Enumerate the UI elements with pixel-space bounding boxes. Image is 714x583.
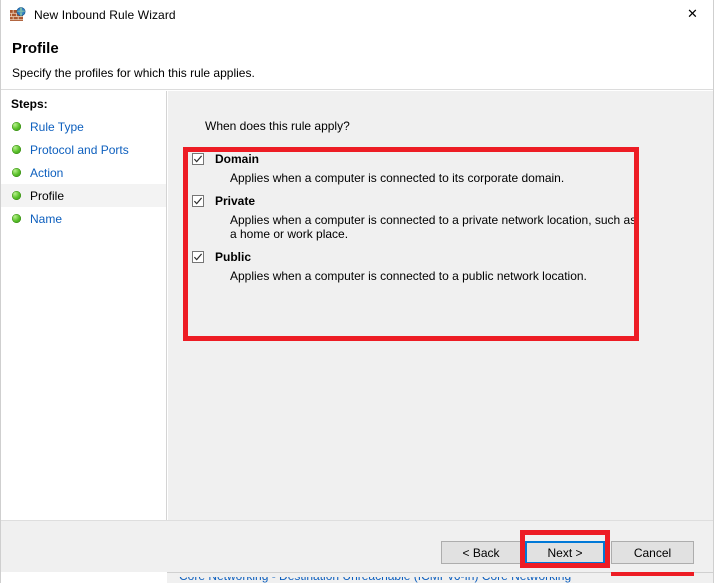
green-dot-icon	[12, 168, 21, 177]
sidebar-item-action[interactable]: Action	[1, 161, 166, 184]
back-button[interactable]: < Back	[441, 541, 521, 564]
close-icon[interactable]: ✕	[670, 0, 713, 29]
cancel-button[interactable]: Cancel	[611, 541, 694, 564]
green-dot-icon	[12, 191, 21, 200]
sidebar-item-label: Profile	[30, 188, 65, 203]
title-bar: New Inbound Rule Wizard ✕	[1, 0, 713, 30]
green-dot-icon	[12, 214, 21, 223]
option-domain[interactable]: Domain Applies when a computer is connec…	[188, 152, 642, 185]
checkbox-public[interactable]	[192, 251, 204, 263]
page-subtitle: Specify the profiles for which this rule…	[12, 66, 255, 80]
option-label-public: Public	[215, 250, 252, 264]
annotation-clipped-edge	[611, 572, 694, 576]
steps-sidebar: Steps: Rule Type Protocol and Ports Acti…	[1, 91, 167, 520]
option-label-domain: Domain	[215, 152, 260, 166]
question-label: When does this rule apply?	[205, 119, 350, 133]
wizard-header: Profile Specify the profiles for which t…	[1, 30, 713, 90]
window-title: New Inbound Rule Wizard	[34, 8, 176, 22]
option-label-private: Private	[215, 194, 256, 208]
sidebar-item-label: Name	[30, 211, 63, 226]
option-description-domain: Applies when a computer is connected to …	[230, 171, 565, 185]
background-window-clipped-text-value: Core Networking - Destination Unreachabl…	[179, 577, 571, 583]
option-public[interactable]: Public Applies when a computer is connec…	[188, 250, 642, 283]
sidebar-item-rule-type[interactable]: Rule Type	[1, 115, 166, 138]
steps-heading: Steps:	[11, 97, 48, 111]
next-button[interactable]: Next >	[525, 541, 605, 564]
firewall-brick-globe-icon	[10, 7, 26, 23]
background-window-clipped-text: Core Networking - Destination Unreachabl…	[179, 577, 659, 583]
green-dot-icon	[12, 122, 21, 131]
profile-content-panel: When does this rule apply? Domain Applie…	[168, 91, 713, 520]
wizard-footer: < Back Next > Cancel	[1, 520, 713, 572]
wizard-body: Steps: Rule Type Protocol and Ports Acti…	[1, 91, 713, 520]
steps-list: Rule Type Protocol and Ports Action Prof…	[1, 115, 166, 230]
checkbox-private[interactable]	[192, 195, 204, 207]
sidebar-item-label: Protocol and Ports	[30, 142, 129, 157]
option-private[interactable]: Private Applies when a computer is conne…	[188, 194, 642, 241]
profile-options-group: Domain Applies when a computer is connec…	[188, 152, 642, 292]
sidebar-item-protocol-and-ports[interactable]: Protocol and Ports	[1, 138, 166, 161]
page-title: Profile	[12, 40, 59, 57]
option-description-private: Applies when a computer is connected to …	[230, 213, 637, 241]
option-description-public: Applies when a computer is connected to …	[230, 269, 587, 283]
sidebar-item-profile[interactable]: Profile	[1, 184, 166, 207]
sidebar-item-label: Action	[30, 165, 64, 180]
sidebar-item-label: Rule Type	[30, 119, 84, 134]
new-inbound-rule-wizard-window: New Inbound Rule Wizard ✕ Profile Specif…	[0, 0, 714, 583]
green-dot-icon	[12, 145, 21, 154]
checkbox-domain[interactable]	[192, 153, 204, 165]
sidebar-item-name[interactable]: Name	[1, 207, 166, 230]
